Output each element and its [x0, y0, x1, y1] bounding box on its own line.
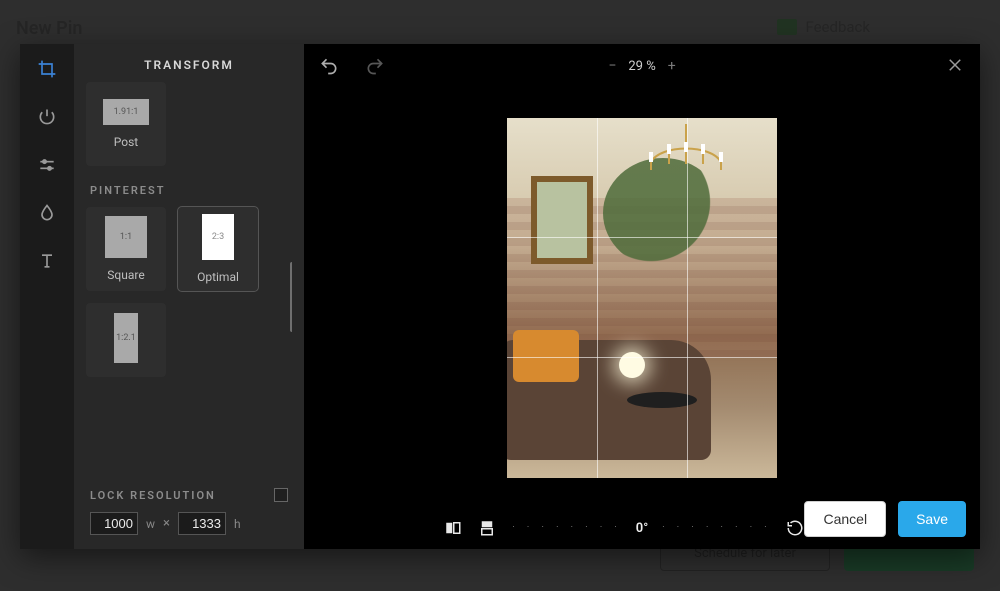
close-icon[interactable] — [946, 56, 966, 76]
crop-grid-line — [597, 118, 598, 478]
aspect-label: Post — [114, 135, 138, 149]
aspect-swatch: 1:2.1 — [114, 313, 138, 363]
panel-body: 1.91:1 Post PINTEREST 1:1 Square 2:3 Opt… — [86, 82, 292, 470]
panel-scrollbar[interactable] — [290, 262, 292, 332]
zoom-percent-label: 29 % — [628, 59, 655, 74]
zoom-out-button[interactable]: − — [608, 58, 616, 74]
crop-icon[interactable] — [36, 58, 58, 80]
crop-grid-line — [687, 118, 688, 478]
aspect-cards-group-current: 1.91:1 Post — [86, 82, 292, 166]
lock-resolution-checkbox[interactable] — [274, 488, 288, 502]
save-button[interactable]: Save — [898, 501, 966, 537]
width-input[interactable] — [90, 512, 138, 535]
rotate-ccw-icon[interactable] — [786, 519, 806, 537]
rotate-slider-track[interactable]: · · · · · · · · — [662, 523, 771, 533]
drop-icon[interactable] — [36, 202, 58, 224]
cancel-button[interactable]: Cancel — [804, 501, 886, 537]
rotate-slider-track[interactable]: · · · · · · · · — [512, 523, 621, 533]
aspect-card-optimal[interactable]: 2:3 Optimal — [178, 207, 258, 291]
crop-grid-line — [507, 237, 777, 238]
flip-horizontal-icon[interactable] — [444, 519, 464, 537]
image-editor-modal: TRANSFORM 1.91:1 Post PINTEREST 1:1 Squa… — [20, 44, 980, 549]
dimensions-times: × — [163, 516, 170, 531]
panel-title: TRANSFORM — [86, 58, 292, 72]
image-content — [619, 352, 645, 378]
lock-resolution-label: LOCK RESOLUTION — [90, 489, 216, 502]
redo-icon[interactable] — [364, 55, 386, 77]
editor-stage: − 29 % + — [304, 44, 980, 549]
transform-panel: TRANSFORM 1.91:1 Post PINTEREST 1:1 Squa… — [74, 44, 304, 549]
zoom-in-button[interactable]: + — [668, 58, 676, 74]
height-unit: h — [234, 517, 241, 531]
canvas-wrap — [304, 88, 980, 507]
crop-grid-line — [507, 357, 777, 358]
power-icon[interactable] — [36, 106, 58, 128]
image-content — [513, 330, 579, 382]
aspect-card-square[interactable]: 1:1 Square — [86, 207, 166, 291]
height-input[interactable] — [178, 512, 226, 535]
aspect-label: Square — [107, 268, 144, 282]
image-content — [531, 176, 593, 264]
aspect-swatch: 2:3 — [202, 214, 234, 260]
section-heading-pinterest: PINTEREST — [90, 184, 292, 197]
undo-icon[interactable] — [318, 55, 340, 77]
rotate-degrees-label: 0° — [636, 521, 648, 536]
text-icon[interactable] — [36, 250, 58, 272]
tool-rail — [20, 44, 74, 549]
aspect-label: Optimal — [197, 270, 239, 284]
dimensions-row: w × h — [90, 512, 288, 535]
width-unit: w — [146, 517, 155, 531]
editor-footer: Cancel Save — [804, 501, 966, 537]
aspect-swatch: 1:1 — [105, 216, 147, 258]
aspect-card-post[interactable]: 1.91:1 Post — [86, 82, 166, 166]
lock-resolution-row: LOCK RESOLUTION — [90, 488, 288, 502]
flip-vertical-icon[interactable] — [478, 519, 498, 537]
editor-topbar: − 29 % + — [304, 44, 980, 88]
sliders-icon[interactable] — [36, 154, 58, 176]
zoom-controls: − 29 % + — [608, 58, 675, 74]
aspect-swatch: 1.91:1 — [103, 99, 149, 125]
aspect-card-long[interactable]: 1:2.1 — [86, 303, 166, 377]
image-canvas[interactable] — [507, 118, 777, 478]
aspect-cards-group-pinterest: 1:1 Square 2:3 Optimal 1:2.1 — [86, 207, 292, 377]
